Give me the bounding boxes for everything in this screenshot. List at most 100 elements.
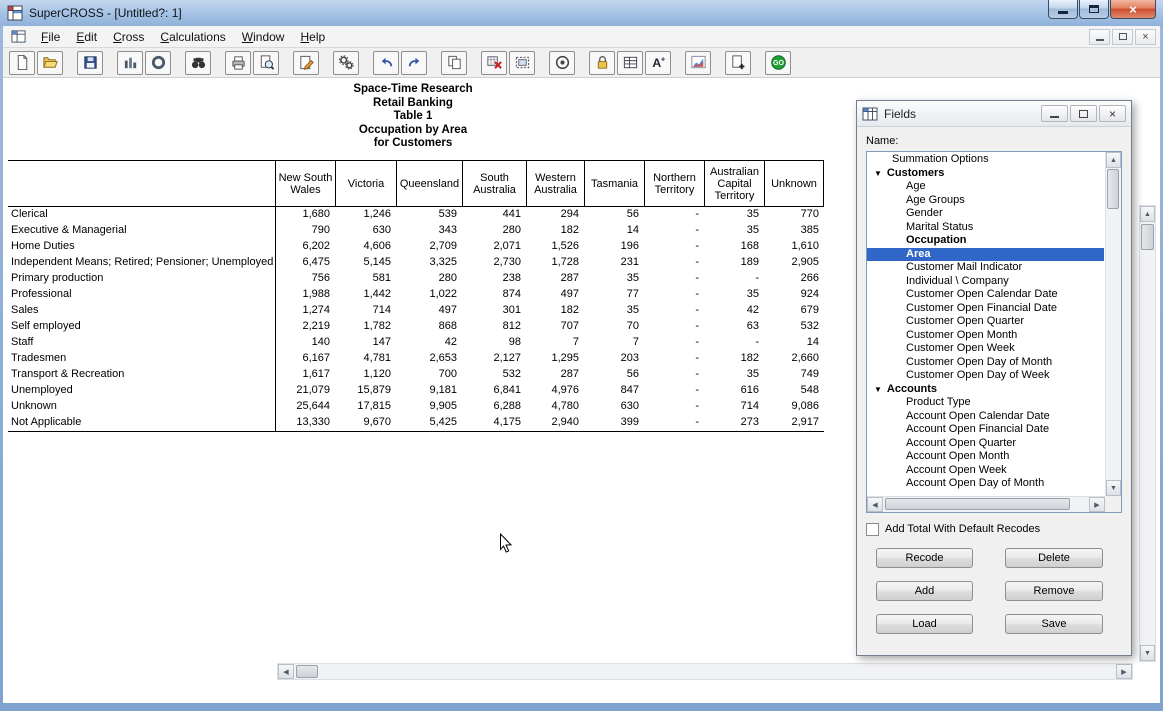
maximize-button[interactable] (1079, 0, 1109, 19)
table-cell[interactable]: 1,526 (526, 239, 584, 255)
fields-dialog-titlebar[interactable]: Fields × (857, 101, 1131, 127)
table-cell[interactable]: 1,246 (335, 207, 396, 223)
table-cell[interactable]: 9,086 (764, 399, 824, 415)
field-item[interactable]: Customer Open Day of Week (867, 369, 1104, 383)
row-label[interactable]: Independent Means; Retired; Pensioner; U… (8, 255, 275, 271)
field-item[interactable]: Occupation (867, 234, 1104, 248)
table-cell[interactable]: 5,145 (335, 255, 396, 271)
table-cell[interactable]: 2,730 (462, 255, 526, 271)
table-cell[interactable]: 2,653 (396, 351, 462, 367)
table-cell[interactable]: 35 (704, 223, 764, 239)
table-cell[interactable]: - (644, 351, 704, 367)
table-cell[interactable]: 14 (584, 223, 644, 239)
go-button[interactable]: GO (765, 51, 791, 75)
table-cell[interactable]: 790 (275, 223, 335, 239)
field-item[interactable]: Gender (867, 207, 1104, 221)
field-item[interactable]: Area (867, 248, 1104, 262)
row-label[interactable]: Not Applicable (8, 415, 275, 431)
table-cell[interactable]: 707 (526, 319, 584, 335)
table-cell[interactable]: 532 (764, 319, 824, 335)
listbox-scroll-left-icon[interactable]: ◀ (867, 497, 883, 512)
table-cell[interactable]: 238 (462, 271, 526, 287)
table-cell[interactable]: 280 (462, 223, 526, 239)
field-item[interactable]: Marital Status (867, 221, 1104, 235)
table-cell[interactable]: 280 (396, 271, 462, 287)
save-button[interactable] (77, 51, 103, 75)
table-cell[interactable]: 924 (764, 287, 824, 303)
table-cell[interactable]: 35 (584, 303, 644, 319)
table-cell[interactable]: 287 (526, 271, 584, 287)
scroll-right-icon[interactable]: ▶ (1116, 664, 1132, 679)
row-label[interactable]: Tradesmen (8, 351, 275, 367)
table-cell[interactable]: 714 (704, 399, 764, 415)
table-cell[interactable]: 630 (584, 399, 644, 415)
listbox-vertical-track[interactable] (1106, 168, 1121, 480)
table-cell[interactable]: 2,940 (526, 415, 584, 431)
field-item[interactable]: Account Open Financial Date (867, 423, 1104, 437)
table-cell[interactable]: 140 (275, 335, 335, 351)
table-cell[interactable]: 874 (462, 287, 526, 303)
vertical-scrollbar[interactable]: ▲ ▼ (1139, 205, 1156, 662)
listbox-vertical-thumb[interactable] (1107, 169, 1119, 209)
remove-button[interactable]: Remove (1005, 581, 1103, 601)
child-minimize-button[interactable] (1089, 29, 1110, 45)
remove-table-button[interactable] (481, 51, 507, 75)
select-table-button[interactable] (509, 51, 535, 75)
table-cell[interactable]: 14 (764, 335, 824, 351)
table-cell[interactable]: - (644, 335, 704, 351)
table-cell[interactable]: 98 (462, 335, 526, 351)
table-cell[interactable]: 1,782 (335, 319, 396, 335)
table-cell[interactable]: 1,680 (275, 207, 335, 223)
listbox-horizontal-track[interactable] (883, 497, 1089, 512)
field-item[interactable]: Customer Open Month (867, 329, 1104, 343)
table-format-button[interactable] (617, 51, 643, 75)
delete-button[interactable]: Delete (1005, 548, 1103, 568)
field-group-customers[interactable]: ▼Customers (867, 167, 1104, 181)
table-cell[interactable]: - (644, 303, 704, 319)
redo-button[interactable] (401, 51, 427, 75)
table-cell[interactable]: 679 (764, 303, 824, 319)
donut-chart-button[interactable] (145, 51, 171, 75)
row-label[interactable]: Sales (8, 303, 275, 319)
add-total-checkbox[interactable] (866, 523, 879, 536)
table-cell[interactable]: 21,079 (275, 383, 335, 399)
row-label[interactable]: Professional (8, 287, 275, 303)
field-item[interactable]: Individual \ Company (867, 275, 1104, 289)
table-cell[interactable]: - (644, 287, 704, 303)
table-cell[interactable]: 2,071 (462, 239, 526, 255)
menu-help[interactable]: Help (292, 28, 333, 46)
table-cell[interactable]: 532 (462, 367, 526, 383)
table-cell[interactable]: 2,219 (275, 319, 335, 335)
table-cell[interactable]: 4,606 (335, 239, 396, 255)
scroll-left-icon[interactable]: ◀ (278, 664, 294, 679)
row-label[interactable]: Clerical (8, 207, 275, 223)
table-cell[interactable]: 9,905 (396, 399, 462, 415)
field-item[interactable]: Product Type (867, 396, 1104, 410)
save-button-dialog[interactable]: Save (1005, 614, 1103, 634)
font-size-button[interactable]: A+ (645, 51, 671, 75)
table-cell[interactable]: 581 (335, 271, 396, 287)
row-label[interactable]: Primary production (8, 271, 275, 287)
column-header[interactable]: New South Wales (275, 161, 335, 206)
table-cell[interactable]: 812 (462, 319, 526, 335)
table-cell[interactable]: 4,175 (462, 415, 526, 431)
table-cell[interactable]: 847 (584, 383, 644, 399)
table-cell[interactable]: 399 (584, 415, 644, 431)
table-cell[interactable]: 189 (704, 255, 764, 271)
column-header[interactable]: Tasmania (584, 161, 644, 206)
table-cell[interactable]: - (644, 239, 704, 255)
field-item[interactable]: Customer Open Calendar Date (867, 288, 1104, 302)
table-cell[interactable]: 301 (462, 303, 526, 319)
dialog-close-button[interactable]: × (1099, 105, 1126, 122)
row-label[interactable]: Unemployed (8, 383, 275, 399)
minimize-button[interactable] (1048, 0, 1078, 19)
field-item[interactable]: Customer Open Day of Month (867, 356, 1104, 370)
table-cell[interactable]: 868 (396, 319, 462, 335)
row-label[interactable]: Self employed (8, 319, 275, 335)
table-cell[interactable]: 168 (704, 239, 764, 255)
table-cell[interactable]: 1,442 (335, 287, 396, 303)
scroll-down-icon[interactable]: ▼ (1140, 645, 1155, 661)
print-button[interactable] (225, 51, 251, 75)
listbox-horizontal-scrollbar[interactable]: ◀ ▶ (867, 496, 1105, 512)
table-cell[interactable]: 2,709 (396, 239, 462, 255)
